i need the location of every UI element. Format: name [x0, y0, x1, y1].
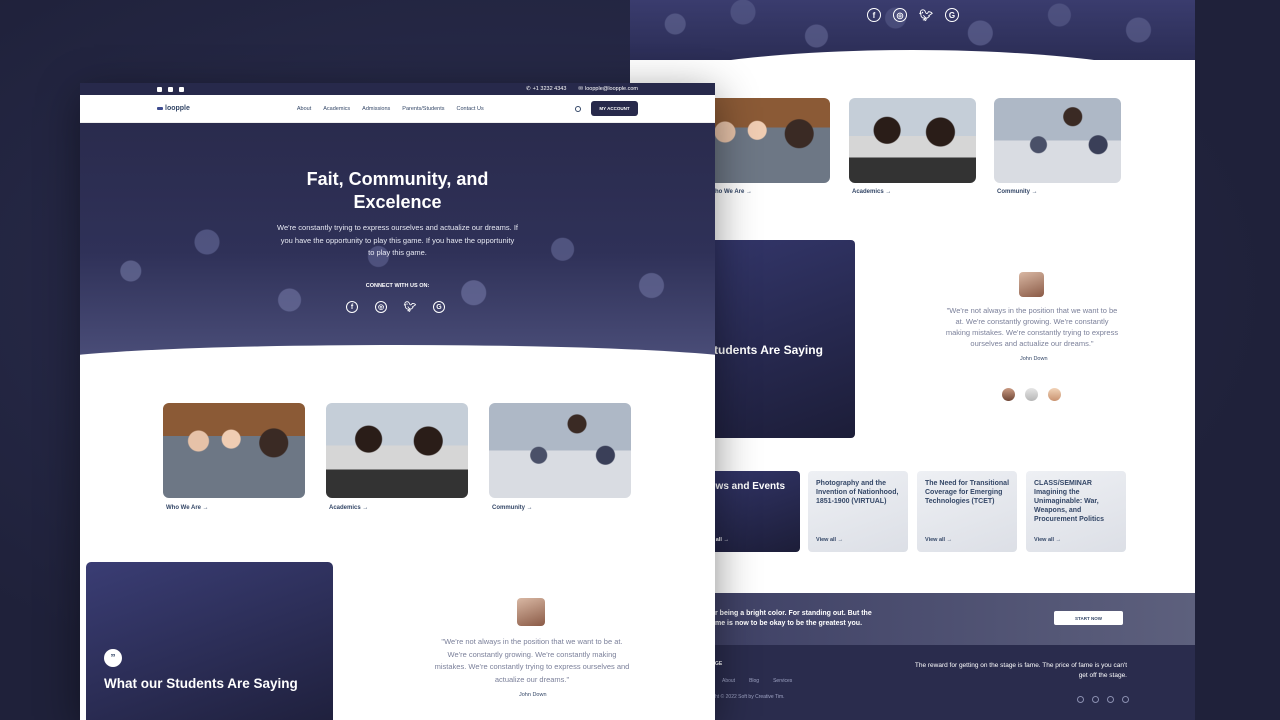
front-page-preview: ✆ +1 3232 4343 ✉ loopple@loopple.com loo…	[80, 83, 715, 720]
card-academics[interactable]	[849, 98, 976, 183]
google-plus-icon[interactable]: G	[433, 301, 445, 313]
events-panel: ews and Events w all →	[700, 471, 800, 552]
cta-line: r being a bright color. For standing out…	[715, 610, 872, 617]
hero-title: Fait, Community, and Excelence	[80, 168, 715, 214]
logo-text: loopple	[165, 105, 190, 112]
card-caption[interactable]: Community →	[492, 505, 533, 511]
connect-label: CONNECT WITH US ON:	[365, 283, 430, 289]
avatar[interactable]	[1048, 388, 1061, 401]
phone-number[interactable]: +1 3232 4343	[533, 86, 567, 92]
cta-text: r being a bright color. For standing out…	[715, 609, 872, 629]
logo[interactable]: loopple	[157, 105, 190, 112]
start-now-button[interactable]: START NOW	[1054, 611, 1123, 625]
card-caption[interactable]: Community →	[997, 189, 1038, 195]
instagram-icon[interactable]: ◎	[375, 301, 387, 313]
instagram-icon[interactable]	[1077, 696, 1084, 703]
footer-link-blog[interactable]: Blog	[749, 678, 759, 684]
email-address[interactable]: loopple@loopple.com	[585, 86, 638, 92]
footer-social	[1077, 696, 1129, 703]
mail-icon: ✉	[578, 86, 584, 92]
footer-label: GE	[715, 661, 723, 667]
card-caption[interactable]: Academics →	[329, 505, 368, 511]
event-title: CLASS/SEMINAR Imagining the Unimaginable…	[1034, 480, 1105, 523]
card-academics[interactable]	[326, 403, 468, 498]
back-social-icons: f ◎ 🐦︎ G	[867, 8, 959, 22]
event-view-all[interactable]: View all →	[816, 537, 843, 543]
card-community[interactable]	[489, 403, 631, 498]
google-plus-icon[interactable]: G	[945, 8, 959, 22]
footer-link-services[interactable]: Services	[773, 678, 792, 684]
facebook-icon[interactable]: f	[346, 301, 358, 313]
testimonials-title: tudents Are Saying	[714, 343, 823, 357]
phone-icon: ✆	[525, 86, 531, 92]
nav-item-academics[interactable]: Academics	[323, 106, 350, 112]
twitter-icon[interactable]: 🐦︎	[404, 301, 417, 313]
event-title: The Need for Transitional Coverage for E…	[925, 480, 1010, 505]
hero-subtitle: We're constantly trying to express ourse…	[277, 223, 518, 257]
event-card[interactable]: CLASS/SEMINAR Imagining the Unimaginable…	[1026, 471, 1126, 552]
topbar-social	[157, 86, 184, 92]
facebook-icon[interactable]	[157, 86, 162, 92]
card-caption[interactable]: Academics →	[852, 189, 891, 195]
events-title: ews and Events	[710, 481, 786, 492]
testimonials-title: What our Students Are Saying	[104, 676, 298, 691]
top-bar: ✆ +1 3232 4343 ✉ loopple@loopple.com	[80, 83, 715, 95]
pinterest-icon[interactable]	[1107, 696, 1114, 703]
twitter-icon[interactable]	[1092, 696, 1099, 703]
nav-item-about[interactable]: About	[297, 106, 311, 112]
hero-social-icons: f ◎ 🐦︎ G	[346, 301, 445, 313]
facebook-icon[interactable]: f	[867, 8, 881, 22]
footer-copyright: ht © 2022 Soft by Creative Tim.	[715, 694, 785, 700]
event-card[interactable]: Photography and the Invention of Nationh…	[808, 471, 908, 552]
testimonial-quote: "We're not always in the position that w…	[434, 637, 630, 684]
footer-link-about[interactable]: About	[722, 678, 735, 684]
card-who-we-are[interactable]	[163, 403, 305, 498]
logo-icon	[157, 107, 163, 110]
twitter-icon[interactable]: 🐦︎	[919, 8, 933, 22]
cta-line: me is now to be okay to be the greatest …	[715, 620, 863, 627]
event-title: Photography and the Invention of Nationh…	[816, 480, 899, 505]
topbar-contact: ✆ +1 3232 4343 ✉ loopple@loopple.com	[526, 86, 638, 92]
back-hero: f ◎ 🐦︎ G	[630, 0, 1195, 60]
search-icon[interactable]	[575, 105, 581, 112]
avatar[interactable]	[1025, 388, 1038, 401]
quote-icon: ”	[104, 649, 122, 667]
avatar	[517, 598, 545, 626]
nav-item-parents-students[interactable]: Parents/Students	[402, 106, 444, 112]
instagram-icon[interactable]: ◎	[893, 8, 907, 22]
hero-title-line: Excelence	[353, 192, 442, 212]
testimonial-quote: "We're not always in the position that w…	[945, 306, 1119, 348]
avatar[interactable]	[1002, 388, 1015, 401]
hero-title-line: Fait, Community, and	[306, 169, 489, 189]
card-caption[interactable]: ho We Are →	[715, 189, 752, 195]
footer-links: About Blog Services	[722, 678, 792, 684]
github-icon[interactable]	[1122, 696, 1129, 703]
my-account-button[interactable]: MY ACCOUNT	[591, 101, 638, 116]
twitter-icon[interactable]	[168, 86, 173, 92]
instagram-icon[interactable]	[179, 86, 184, 92]
card-community[interactable]	[994, 98, 1121, 183]
main-menu: About Academics Admissions Parents/Stude…	[297, 106, 484, 112]
navbar: loopple About Academics Admissions Paren…	[80, 95, 715, 123]
nav-item-admissions[interactable]: Admissions	[362, 106, 390, 112]
footer-quote: The reward for getting on the stage is f…	[914, 662, 1127, 679]
testimonial-name: John Down	[1020, 356, 1048, 362]
nav-item-contact[interactable]: Contact Us	[457, 106, 484, 112]
event-view-all[interactable]: View all →	[925, 537, 952, 543]
card-caption[interactable]: Who We Are →	[166, 505, 209, 511]
event-card[interactable]: The Need for Transitional Coverage for E…	[917, 471, 1017, 552]
testimonials-panel: tudents Are Saying	[700, 240, 855, 438]
testimonials-panel: ” What our Students Are Saying	[86, 562, 333, 720]
avatar	[1019, 272, 1044, 297]
testimonial-name: John Down	[519, 692, 547, 698]
event-view-all[interactable]: View all →	[1034, 537, 1061, 543]
